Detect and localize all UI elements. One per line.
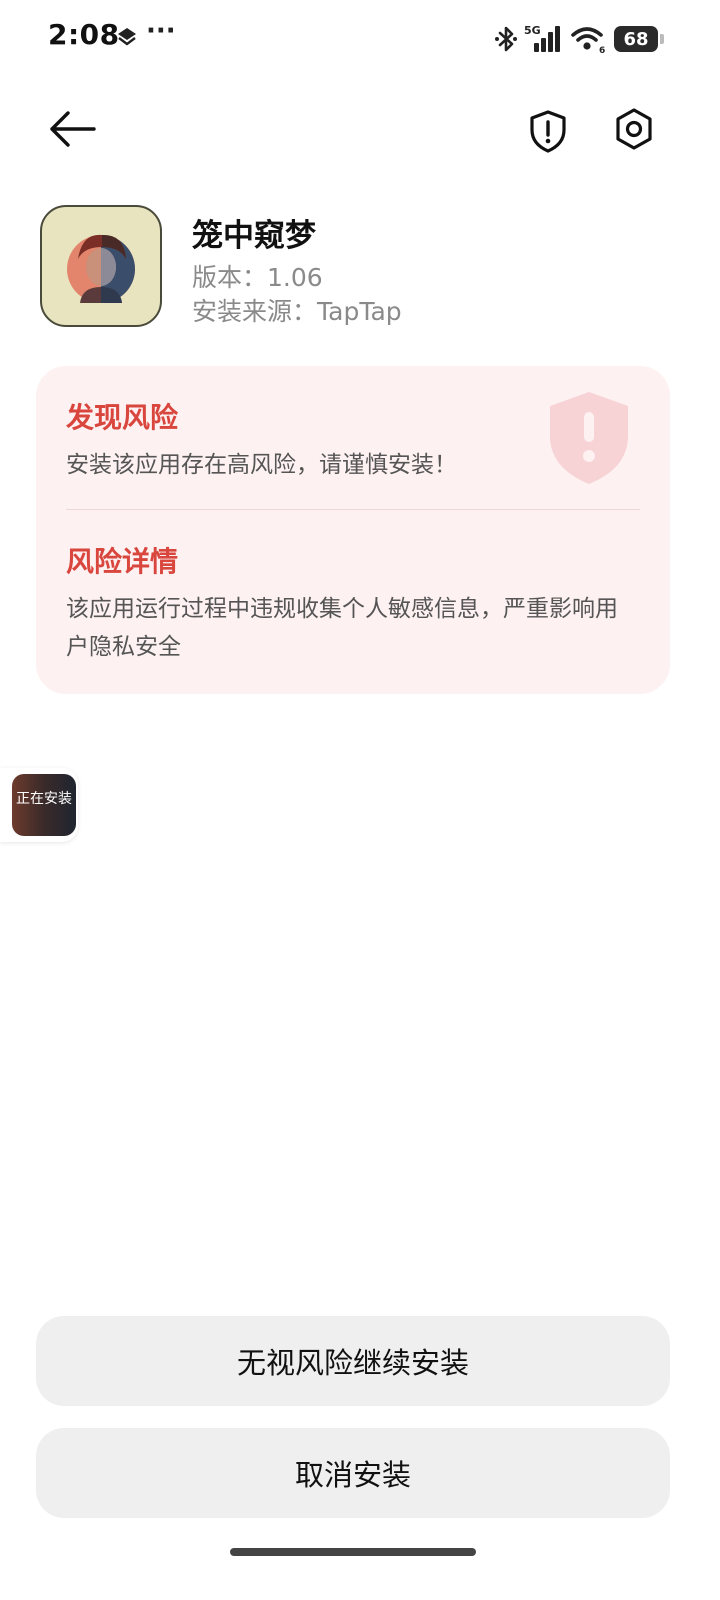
install-source: 安装来源：TapTap bbox=[192, 297, 402, 326]
risk-divider bbox=[66, 509, 640, 510]
installing-floating-bubble[interactable]: 正在安装 bbox=[0, 768, 78, 842]
app-icon bbox=[40, 205, 162, 327]
risk-card: 发现风险 安装该应用存在高风险，请谨慎安装！ 风险详情 该应用运行过程中违规收集… bbox=[36, 366, 670, 694]
battery-indicator: 68 bbox=[614, 26, 664, 52]
risk-details-title: 风险详情 bbox=[66, 545, 179, 578]
layers-icon bbox=[118, 28, 136, 46]
install-risk-screen: 2:08 ··· 5G 6 68 笼中窥梦 版本：1.06 安装来源：TapTa… bbox=[0, 0, 720, 1600]
status-time: 2:08 bbox=[48, 18, 120, 51]
back-button[interactable] bbox=[44, 106, 100, 152]
status-icons: 5G 6 68 bbox=[494, 22, 664, 56]
risk-found-title: 发现风险 bbox=[66, 401, 179, 434]
home-indicator[interactable] bbox=[230, 1548, 476, 1556]
svg-text:6: 6 bbox=[599, 46, 605, 55]
cellular-signal-icon: 5G bbox=[524, 24, 560, 52]
installing-app-icon: 正在安装 bbox=[12, 774, 76, 836]
bluetooth-icon bbox=[495, 26, 517, 52]
risk-found-text: 安装该应用存在高风险，请谨慎安装！ bbox=[66, 452, 457, 478]
shield-exclamation-icon[interactable] bbox=[526, 108, 570, 154]
more-dots-icon: ··· bbox=[146, 16, 176, 46]
app-version: 版本：1.06 bbox=[192, 263, 323, 292]
app-face-icon bbox=[67, 234, 135, 303]
network-type-label: 5G bbox=[524, 24, 541, 37]
wifi-icon: 6 bbox=[571, 27, 605, 55]
continue-install-button[interactable]: 无视风险继续安装 bbox=[36, 1316, 670, 1406]
cancel-install-button[interactable]: 取消安装 bbox=[36, 1428, 670, 1518]
status-bar: 2:08 ··· 5G 6 68 bbox=[0, 0, 720, 78]
installing-label: 正在安装 bbox=[16, 791, 72, 807]
risk-details-text: 该应用运行过程中违规收集个人敏感信息，严重影响用户隐私安全 bbox=[66, 596, 618, 660]
settings-gear-icon[interactable] bbox=[612, 106, 656, 152]
app-name: 笼中窥梦 bbox=[192, 218, 316, 254]
